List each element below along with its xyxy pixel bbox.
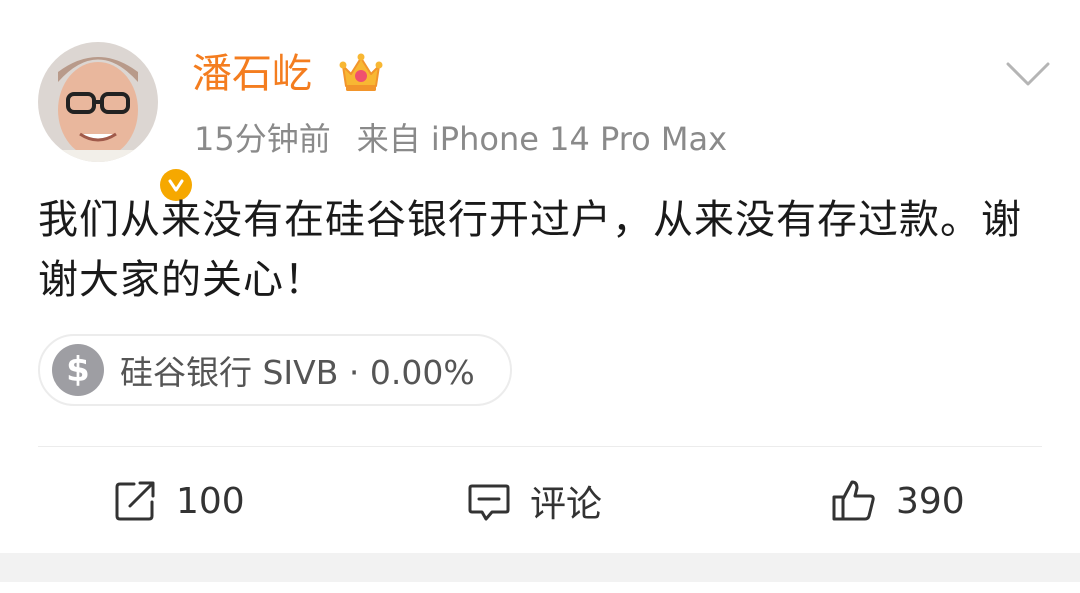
divider xyxy=(38,446,1042,447)
repost-button[interactable]: 100 xyxy=(112,474,245,528)
comment-label: 评论 xyxy=(530,484,603,525)
post-meta: 15分钟前 来自 iPhone 14 Pro Max xyxy=(194,118,727,160)
weibo-post-card: 潘石屹 15分钟前 来自 iPhone 14 Pro Max 我们从来没有在硅谷银… xyxy=(0,0,1080,553)
avatar[interactable] xyxy=(38,42,196,205)
stock-chip-label: 硅谷银行 SIVB · 0.00% xyxy=(120,353,475,392)
chevron-down-icon[interactable] xyxy=(1005,60,1051,88)
crown-icon xyxy=(339,53,383,91)
repost-icon xyxy=(115,481,155,521)
comment-icon xyxy=(468,484,510,521)
next-post-edge xyxy=(0,582,1080,593)
repost-count: 100 xyxy=(176,480,245,522)
like-button[interactable]: 390 xyxy=(830,474,965,528)
like-count: 390 xyxy=(896,480,965,522)
post-source[interactable]: 来自 iPhone 14 Pro Max xyxy=(357,120,727,158)
username[interactable]: 潘石屹 xyxy=(192,48,312,100)
avatar-photo xyxy=(38,42,158,162)
dollar-icon: $ xyxy=(52,344,104,396)
comment-button[interactable]: 评论 xyxy=(466,474,602,528)
post-time: 15分钟前 xyxy=(194,120,331,158)
post-content: 我们从来没有在硅谷银行开过户，从来没有存过款。谢谢大家的关心！ xyxy=(38,197,1022,303)
stock-chip[interactable]: $ 硅谷银行 SIVB · 0.00% xyxy=(38,334,512,406)
thumbs-up-icon xyxy=(832,480,875,521)
